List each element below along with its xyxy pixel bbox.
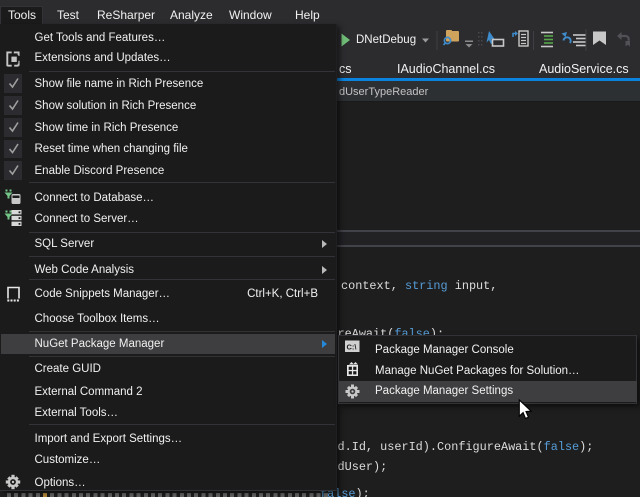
svg-text:C:\: C:\ xyxy=(347,343,358,352)
